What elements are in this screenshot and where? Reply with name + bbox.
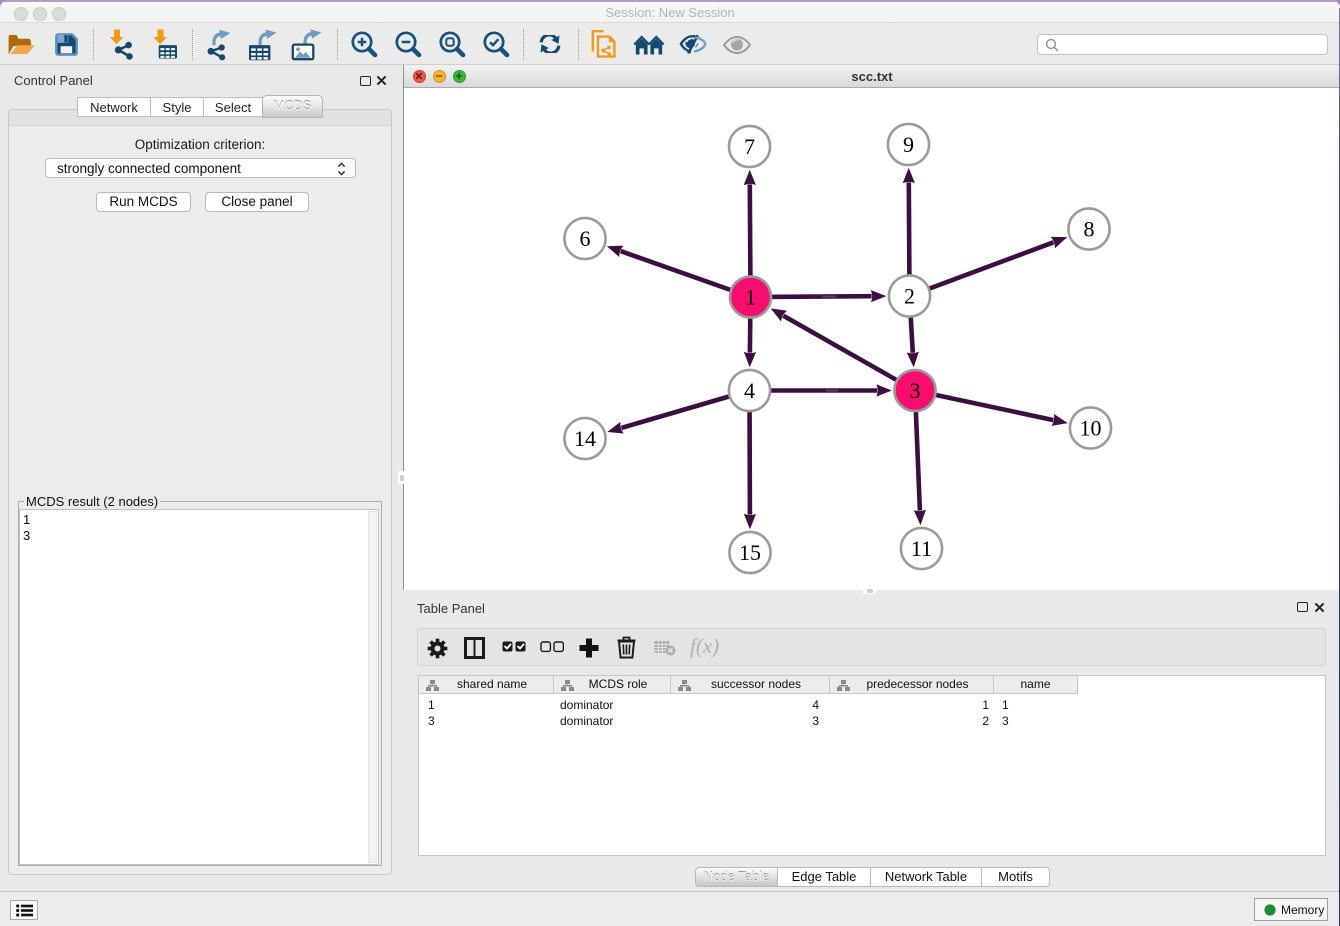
svg-text:4: 4	[744, 378, 755, 403]
svg-text:6: 6	[580, 226, 591, 251]
svg-text:3: 3	[910, 378, 921, 403]
svg-text:7: 7	[744, 134, 755, 159]
svg-text:14: 14	[574, 426, 596, 451]
svg-text:15: 15	[739, 540, 761, 565]
svg-text:8: 8	[1084, 217, 1095, 242]
svg-text:9: 9	[903, 132, 914, 157]
svg-text:1: 1	[745, 285, 756, 310]
svg-text:2: 2	[904, 284, 915, 309]
svg-text:11: 11	[911, 536, 932, 561]
svg-text:10: 10	[1080, 416, 1102, 441]
